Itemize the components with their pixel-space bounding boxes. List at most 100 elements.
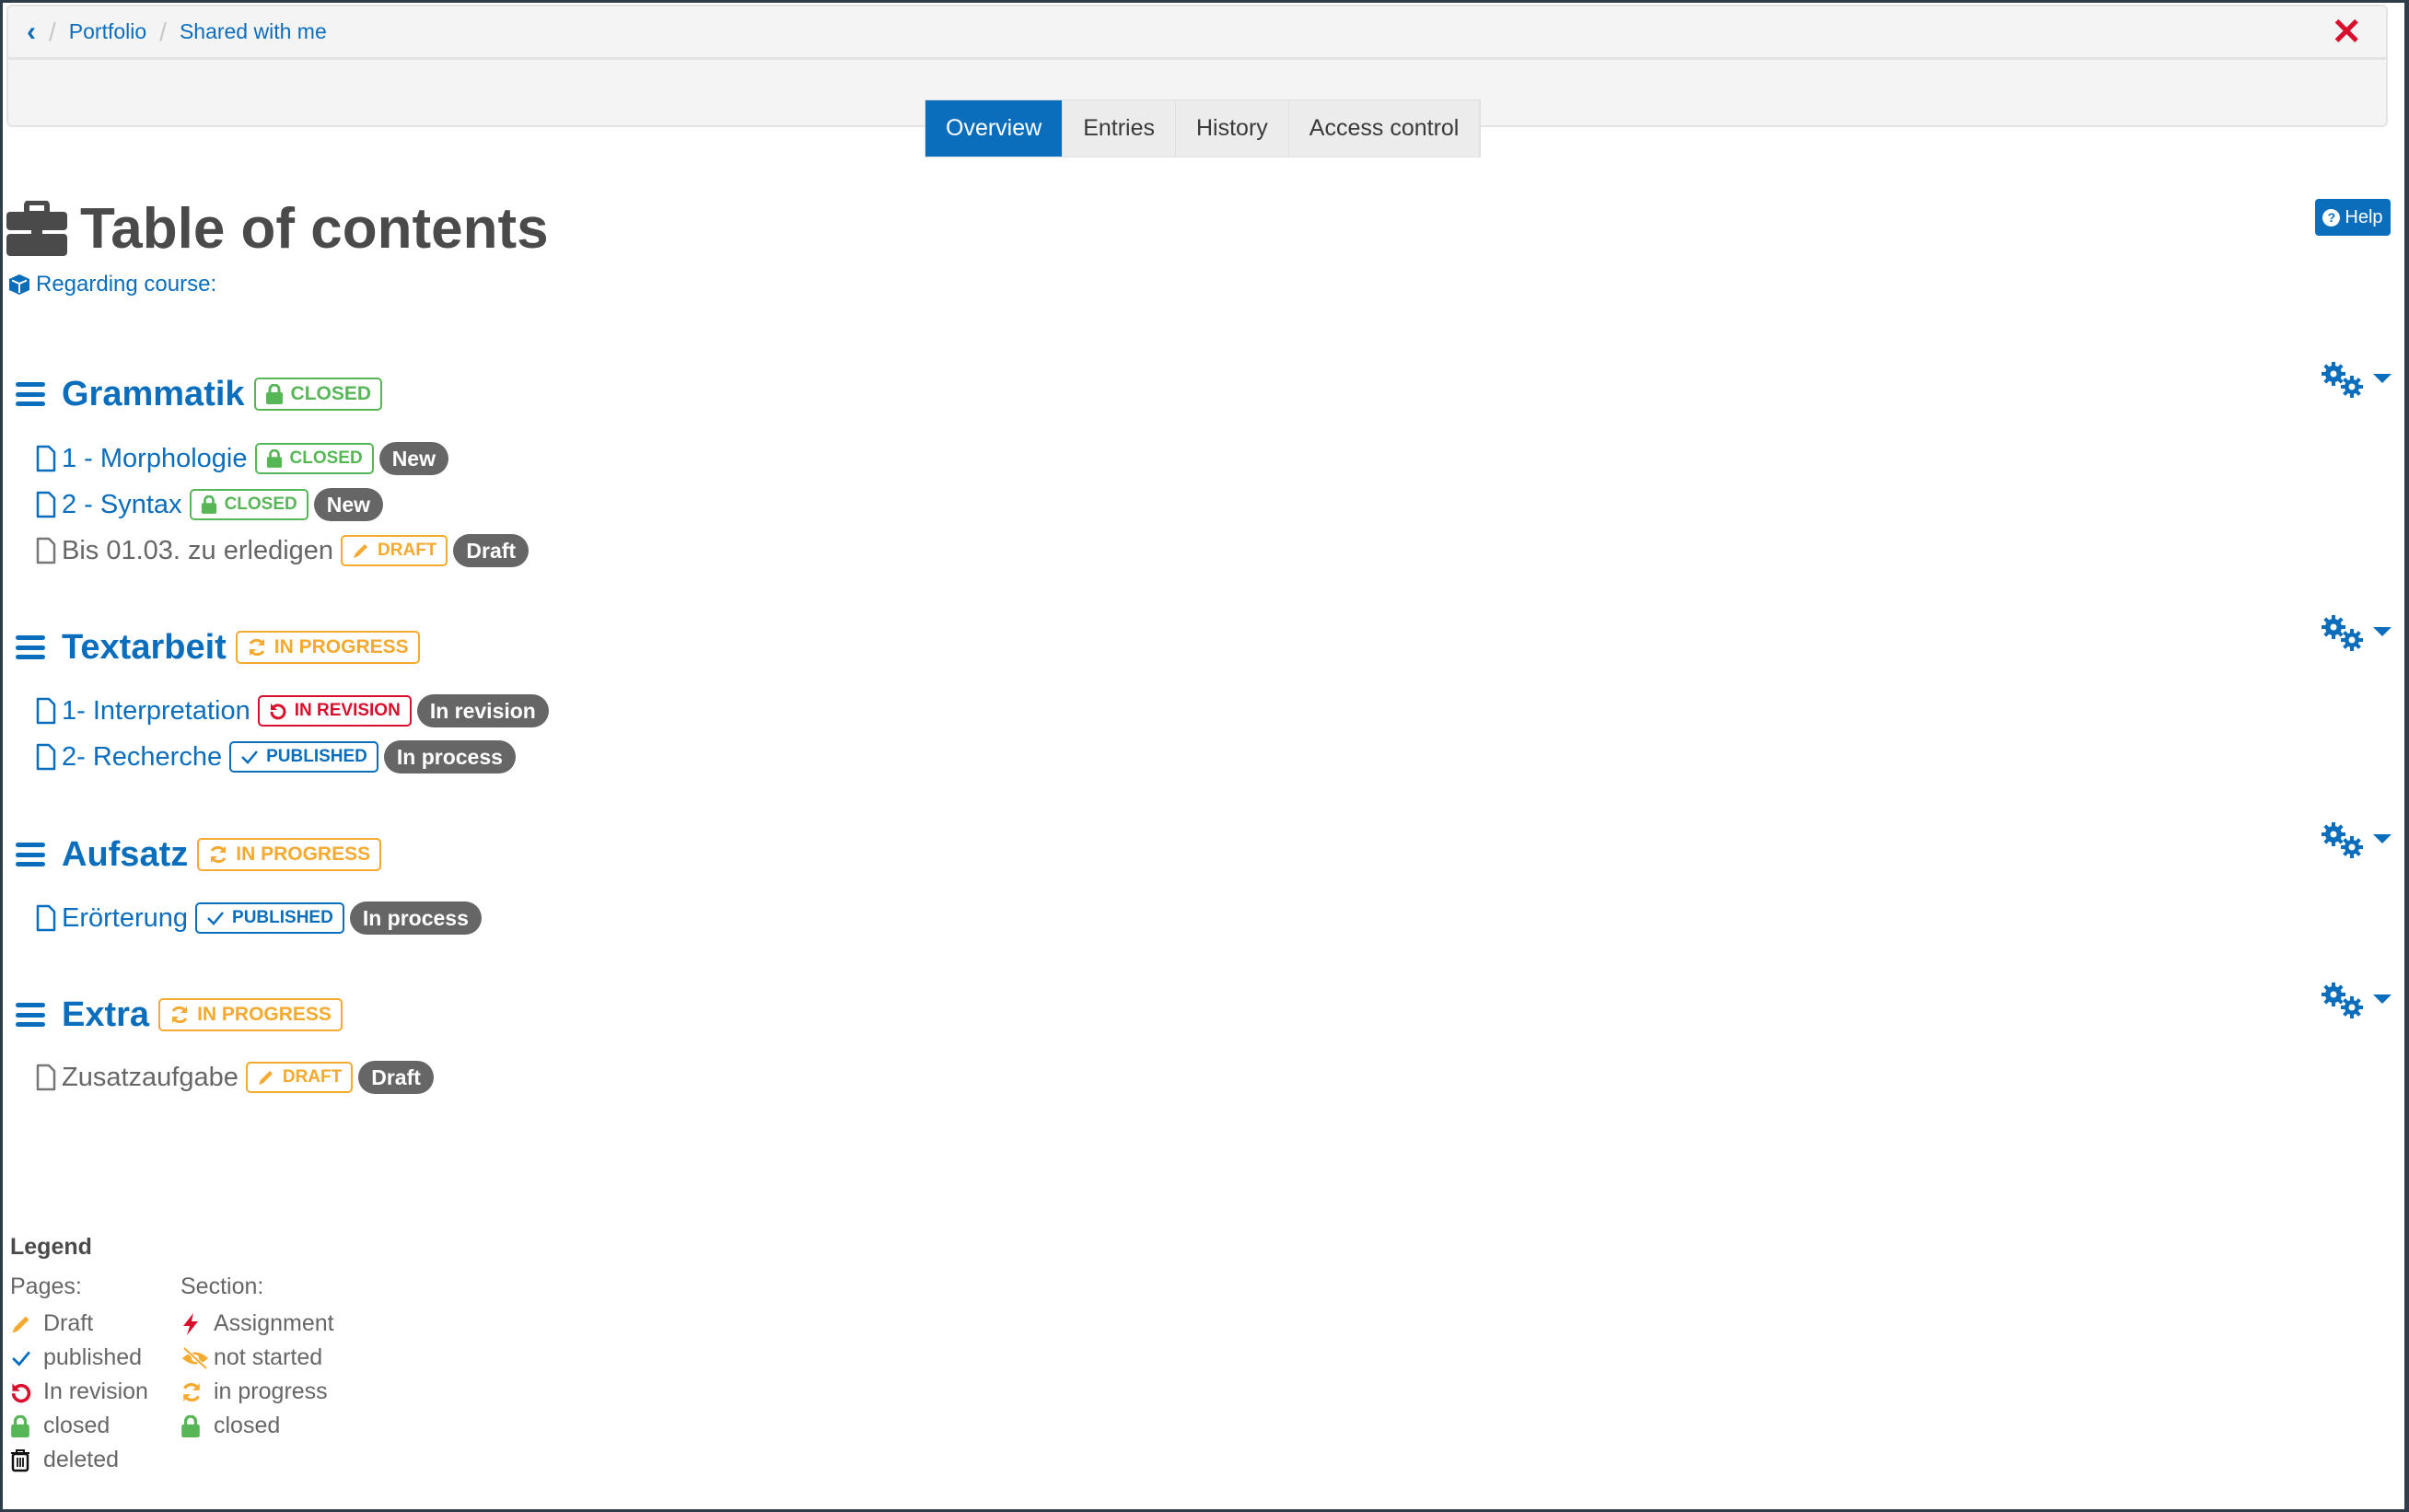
section-settings-menu[interactable] bbox=[2322, 822, 2392, 859]
breadcrumb-shared-with-me[interactable]: Shared with me bbox=[180, 19, 327, 44]
refresh-icon bbox=[249, 638, 265, 657]
cogs-icon bbox=[2322, 983, 2363, 1018]
page-link[interactable]: 1 - Morphologie bbox=[62, 444, 248, 474]
legend: Legend Pages: Draft published In revisio… bbox=[10, 1234, 351, 1477]
caret-down-icon bbox=[2373, 834, 2392, 843]
bars-icon[interactable] bbox=[16, 843, 45, 866]
page-item: 1- Interpretation IN REVISION In revisio… bbox=[36, 691, 549, 731]
cogs-icon bbox=[2322, 615, 2363, 651]
legend-row: not started bbox=[180, 1341, 351, 1375]
page-status-label: PUBLISHED bbox=[229, 741, 378, 773]
legend-label: published bbox=[43, 1344, 143, 1370]
section-title[interactable]: Textarbeit bbox=[62, 628, 227, 668]
help-button[interactable]: ? Help bbox=[2315, 199, 2391, 236]
page-item: Zusatzaufgabe DRAFT Draft bbox=[36, 1057, 434, 1098]
page-link[interactable]: 2 - Syntax bbox=[62, 490, 182, 520]
file-icon bbox=[36, 445, 56, 472]
breadcrumb-portfolio[interactable]: Portfolio bbox=[69, 19, 146, 44]
file-icon bbox=[36, 697, 56, 725]
page-status-text: DRAFT bbox=[378, 541, 437, 560]
file-icon bbox=[36, 537, 56, 564]
legend-row: Draft bbox=[10, 1307, 180, 1341]
legend-row: deleted bbox=[10, 1443, 180, 1477]
refresh-icon bbox=[182, 1382, 201, 1402]
legend-row: In revision bbox=[10, 1375, 180, 1409]
page-status-label: PUBLISHED bbox=[195, 902, 344, 934]
section-settings-menu[interactable] bbox=[2322, 615, 2392, 652]
legend-label: closed bbox=[43, 1413, 111, 1438]
bolt-icon bbox=[183, 1312, 198, 1335]
page-status-text: CLOSED bbox=[289, 448, 363, 468]
page-title-text: Table of contents bbox=[80, 196, 549, 261]
page-link[interactable]: 2- Recherche bbox=[62, 742, 222, 773]
section-title[interactable]: Extra bbox=[62, 995, 149, 1035]
check-icon bbox=[12, 1350, 30, 1367]
section-status-text: IN PROGRESS bbox=[197, 1004, 332, 1025]
bars-icon[interactable] bbox=[16, 635, 45, 659]
legend-row: closed bbox=[180, 1409, 351, 1443]
legend-label: Draft bbox=[43, 1310, 94, 1336]
refresh-icon bbox=[171, 1006, 188, 1024]
legend-label: not started bbox=[214, 1344, 323, 1370]
section-header: Aufsatz IN PROGRESS bbox=[16, 832, 382, 878]
check-icon bbox=[241, 750, 259, 764]
page-title: Bis 01.03. zu erledigen bbox=[62, 535, 334, 565]
legend-row: published bbox=[10, 1341, 180, 1375]
chevron-left-icon[interactable]: ‹ bbox=[27, 17, 36, 48]
refresh-icon bbox=[210, 845, 227, 864]
legend-label: deleted bbox=[43, 1447, 120, 1472]
tab-access-control[interactable]: Access control bbox=[1289, 100, 1481, 157]
page-badge: New bbox=[378, 442, 448, 475]
regarding-course-link[interactable]: Regarding course: bbox=[8, 272, 216, 297]
page-status-label: IN REVISION bbox=[257, 695, 412, 727]
section-settings-menu[interactable] bbox=[2322, 983, 2392, 1019]
lock-icon bbox=[11, 1414, 29, 1437]
section-status-label: IN PROGRESS bbox=[158, 998, 343, 1031]
page-status-text: PUBLISHED bbox=[232, 908, 333, 927]
cube-icon bbox=[9, 274, 29, 295]
page-item: Erörterung PUBLISHED In process bbox=[36, 898, 482, 938]
bars-icon[interactable] bbox=[16, 1003, 45, 1027]
lock-icon bbox=[181, 1414, 200, 1437]
page-status-label: CLOSED bbox=[189, 489, 308, 520]
bars-icon[interactable] bbox=[16, 382, 45, 406]
page-badge: Draft bbox=[358, 1061, 434, 1094]
legend-title: Legend bbox=[10, 1234, 92, 1260]
legend-section-heading: Section: bbox=[180, 1274, 264, 1299]
section-title[interactable]: Grammatik bbox=[62, 375, 245, 414]
page-item: 2- Recherche PUBLISHED In process bbox=[36, 737, 516, 777]
tab-overview[interactable]: Overview bbox=[925, 100, 1064, 157]
pencil-icon bbox=[354, 544, 368, 558]
legend-row: in progress bbox=[180, 1375, 351, 1409]
section-status-label: IN PROGRESS bbox=[197, 838, 382, 871]
page-status-text: IN REVISION bbox=[294, 701, 401, 720]
lock-icon bbox=[265, 384, 283, 404]
section-header: Extra IN PROGRESS bbox=[16, 992, 343, 1038]
page-badge: In revision bbox=[416, 694, 549, 727]
cogs-icon bbox=[2322, 822, 2363, 858]
legend-row: Assignment bbox=[180, 1307, 351, 1341]
section-status-text: IN PROGRESS bbox=[273, 636, 409, 657]
legend-section: Section: Assignment not started in progr… bbox=[180, 1274, 351, 1477]
file-icon bbox=[36, 743, 56, 771]
page-status-label: DRAFT bbox=[341, 535, 448, 566]
section-header: Textarbeit IN PROGRESS bbox=[16, 624, 420, 670]
section-title[interactable]: Aufsatz bbox=[62, 835, 188, 875]
page-badge: New bbox=[313, 488, 384, 521]
regarding-course-label: Regarding course: bbox=[36, 272, 217, 297]
page-badge: Draft bbox=[453, 534, 530, 567]
tab-history[interactable]: History bbox=[1176, 100, 1289, 157]
breadcrumb: ‹ / Portfolio / Shared with me bbox=[8, 6, 2386, 60]
pencil-icon bbox=[12, 1316, 29, 1333]
legend-label: Assignment bbox=[214, 1310, 334, 1336]
section-settings-menu[interactable] bbox=[2322, 362, 2392, 399]
tab-entries[interactable]: Entries bbox=[1063, 100, 1176, 157]
page-item: 1 - Morphologie CLOSED New bbox=[36, 438, 448, 479]
legend-label: closed bbox=[214, 1413, 281, 1438]
portfolio-window: ‹ / Portfolio / Shared with me ✕ Overvie… bbox=[3, 3, 2404, 1509]
close-icon[interactable]: ✕ bbox=[2331, 14, 2362, 51]
page-link[interactable]: Erörterung bbox=[62, 903, 188, 934]
pencil-icon bbox=[258, 1071, 273, 1085]
legend-pages-heading: Pages: bbox=[10, 1274, 82, 1299]
page-link[interactable]: 1- Interpretation bbox=[62, 696, 250, 727]
